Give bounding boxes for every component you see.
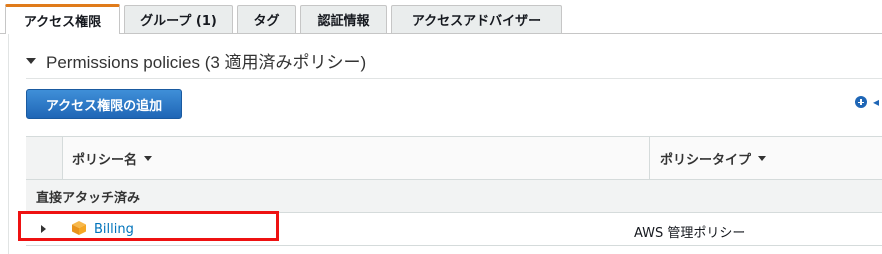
tab-label: アクセス権限 — [23, 15, 102, 30]
tab-groups[interactable]: グループ (1) — [124, 5, 233, 33]
plus-circle-icon[interactable] — [855, 96, 867, 108]
sort-caret-icon[interactable] — [144, 155, 153, 161]
policy-type-text: AWS 管理ポリシー — [634, 226, 746, 241]
column-header-policy-name[interactable]: ポリシー名 — [63, 137, 650, 179]
tab-label: グループ (1) — [140, 14, 217, 29]
tab-bar: アクセス権限 グループ (1) タグ 認証情報 アクセスアドバイザー — [0, 0, 882, 34]
column-header-label: ポリシータイプ — [660, 152, 752, 168]
tab-access-permissions[interactable]: アクセス権限 — [5, 4, 120, 34]
column-header-label: ポリシー名 — [72, 152, 138, 168]
column-header-policy-type[interactable]: ポリシータイプ — [652, 137, 882, 179]
tab-tags[interactable]: タグ — [237, 5, 296, 33]
collapse-caret-icon[interactable] — [26, 57, 36, 64]
select-column-header — [26, 137, 63, 179]
arrow-icon[interactable]: ◂ — [873, 95, 879, 109]
tab-access-advisor[interactable]: アクセスアドバイザー — [391, 5, 562, 33]
tab-label: アクセスアドバイザー — [411, 14, 542, 29]
group-label: 直接アタッチ済み — [36, 190, 141, 206]
tab-label: 認証情報 — [317, 14, 370, 29]
group-row-directly-attached: 直接アタッチ済み — [26, 180, 882, 213]
permissions-section-header[interactable]: Permissions policies (3 適用済みポリシー) — [26, 48, 366, 73]
section-divider — [26, 78, 882, 79]
red-highlight-box — [18, 211, 279, 241]
tab-credentials[interactable]: 認証情報 — [300, 5, 387, 33]
tab-label: タグ — [253, 14, 280, 29]
table-header: ポリシー名 ポリシータイプ — [26, 137, 882, 180]
section-title: Permissions policies (3 適用済みポリシー) — [46, 53, 367, 72]
add-permissions-button[interactable]: アクセス権限の追加 — [26, 89, 182, 119]
sort-caret-icon[interactable] — [758, 155, 767, 161]
